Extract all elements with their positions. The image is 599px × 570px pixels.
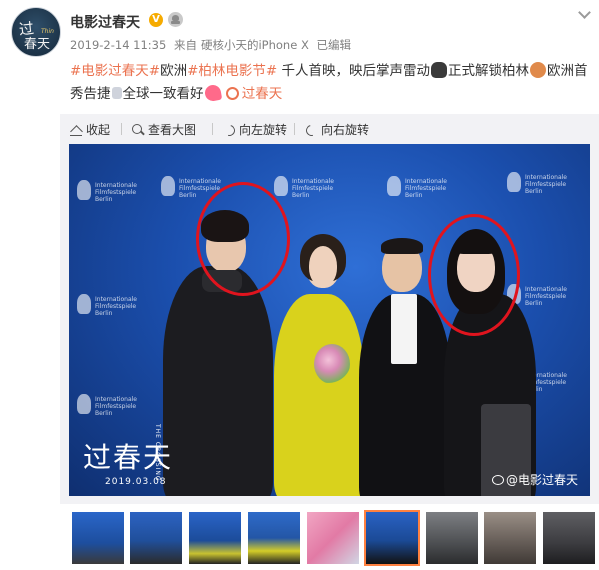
- festival-logo-text: Internationale Filmfestspiele Berlin: [95, 182, 137, 203]
- thumbnail[interactable]: [189, 512, 241, 564]
- thumbnail[interactable]: [307, 512, 359, 564]
- heart-emoji-icon: [203, 83, 222, 103]
- person-hair: [381, 238, 423, 254]
- thumbnail[interactable]: [130, 512, 182, 564]
- person-figure: [274, 294, 364, 496]
- rotate-left-icon: [223, 124, 235, 136]
- post-text-segment: 全球一致看好: [122, 86, 204, 102]
- clap-hands-icon: [431, 62, 448, 78]
- berlinale-bear-logo: [274, 176, 288, 196]
- hashtag-link[interactable]: #柏林电影节#: [187, 63, 277, 79]
- highlight-circle: [196, 182, 290, 296]
- verified-icon: V: [149, 13, 163, 27]
- avatar-logo-en: Thin: [41, 28, 54, 35]
- berlinale-bear-logo: [77, 394, 91, 414]
- person-shirt: [391, 294, 417, 364]
- post-source-prefix: 来自: [173, 38, 197, 52]
- festival-logo-text: Internationale Filmfestspiele Berlin: [95, 396, 137, 417]
- rotate-right-button[interactable]: 向右旋转: [305, 121, 369, 138]
- thumbnail[interactable]: [248, 512, 300, 564]
- festival-logo-text: Internationale Filmfestspiele Berlin: [525, 286, 567, 307]
- festival-logo-text: Internationale Filmfestspiele Berlin: [405, 178, 447, 199]
- film-english-title: THE CROSSING: [154, 424, 161, 482]
- link-icon: [225, 87, 239, 100]
- festival-logo-text: Internationale Filmfestspiele Berlin: [95, 296, 137, 317]
- festival-logo-text: Internationale Filmfestspiele Berlin: [525, 174, 567, 195]
- movie-link[interactable]: 过春天: [242, 86, 283, 102]
- festival-logo-text: Internationale Filmfestspiele Berlin: [292, 178, 334, 199]
- post-source[interactable]: 硬核小天的iPhone X: [201, 38, 309, 52]
- post-text: #电影过春天#欧洲#柏林电影节# 千人首映，映后掌声雷动 正式解锁柏林 欧洲首秀告捷…: [70, 60, 590, 106]
- avatar-logo-text: 过: [18, 19, 34, 39]
- toolbar-divider: [121, 123, 122, 135]
- hashtag-link[interactable]: #电影过春天#: [70, 63, 160, 79]
- toolbar-divider: [294, 123, 295, 135]
- post-meta: 2019-2-14 11:35 来自 硬核小天的iPhone X 已编辑: [70, 37, 355, 53]
- rotate-right-icon: [305, 124, 317, 136]
- berlinale-bear-logo: [77, 294, 91, 314]
- thumbnail[interactable]: [72, 512, 124, 564]
- view-large-button[interactable]: 查看大图: [132, 121, 196, 138]
- flower-bouquet: [314, 344, 350, 384]
- post-edited-label[interactable]: 已编辑: [316, 38, 351, 52]
- collapse-button[interactable]: 收起: [70, 121, 110, 138]
- rotate-left-label: 向左旋转: [239, 123, 288, 137]
- berlinale-bear-logo: [77, 180, 91, 200]
- film-release-date: 2019.03.08: [105, 477, 167, 487]
- berlinale-bear-logo: [387, 176, 401, 196]
- bear-emoji-icon: [530, 62, 547, 78]
- sparkle-emoji-icon: [111, 87, 122, 99]
- rotate-right-label: 向右旋转: [321, 123, 370, 137]
- post-timestamp[interactable]: 2019-2-14 11:35: [70, 38, 166, 52]
- berlinale-bear-logo: [507, 172, 521, 192]
- post-text-segment: 千人首映，映后掌声雷动: [277, 63, 431, 79]
- main-photo[interactable]: Internationale Filmfestspiele Berlin Int…: [69, 144, 590, 496]
- berlinale-bear-logo: [161, 176, 175, 196]
- avatar[interactable]: 过 Thin 春天: [11, 7, 61, 57]
- person-figure: [163, 266, 273, 496]
- watermark-text: @电影过春天: [505, 473, 578, 487]
- thumbnail[interactable]: [543, 512, 595, 564]
- post-text-segment: 欧洲: [160, 63, 188, 79]
- thumbnail[interactable]: [426, 512, 478, 564]
- chevron-down-icon[interactable]: [578, 6, 591, 19]
- zoom-icon: [132, 123, 144, 136]
- avatar-logo-text-2: 春天: [24, 37, 51, 52]
- weibo-icon: [491, 475, 504, 485]
- thumbnail-active[interactable]: [364, 510, 420, 566]
- image-toolbar: 收起 查看大图 向左旋转 向右旋转: [60, 114, 599, 144]
- person-face: [309, 246, 337, 286]
- thumbnail[interactable]: [484, 512, 536, 564]
- collapse-label: 收起: [86, 123, 111, 137]
- view-large-label: 查看大图: [148, 123, 197, 137]
- collapse-icon: [70, 124, 82, 136]
- rotate-left-button[interactable]: 向左旋转: [223, 121, 287, 138]
- toolbar-divider: [212, 123, 213, 135]
- username-link[interactable]: 电影过春天: [70, 12, 140, 32]
- vip-icon[interactable]: [168, 12, 183, 27]
- highlight-circle: [428, 214, 520, 336]
- photo-watermark: @电影过春天: [491, 471, 578, 488]
- post-text-segment: 正式解锁柏林: [448, 63, 530, 79]
